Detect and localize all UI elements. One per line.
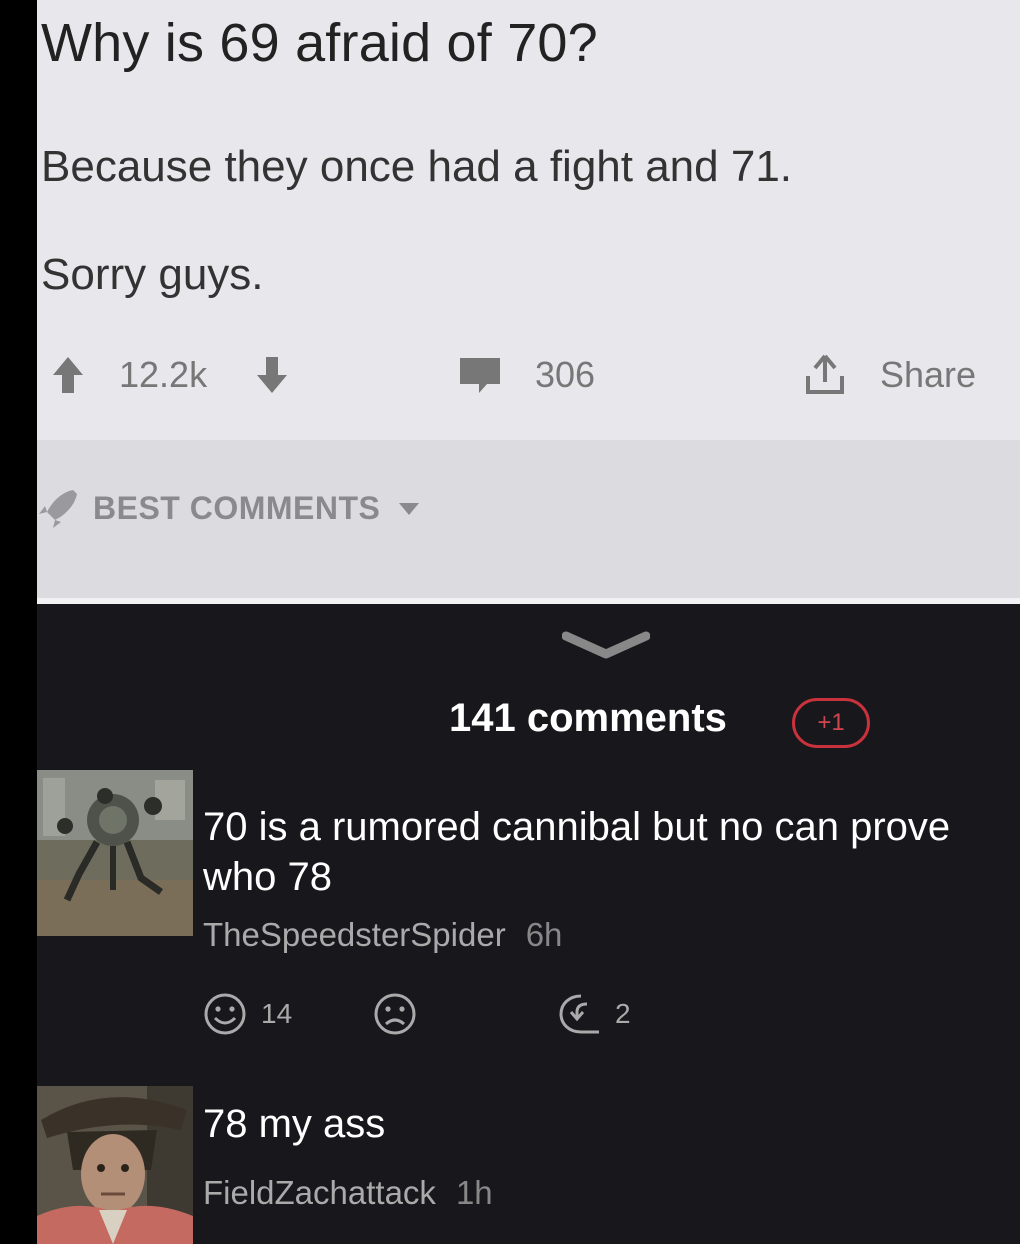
- comments-button[interactable]: 306: [457, 340, 595, 410]
- vote-count: 12.2k: [119, 354, 208, 395]
- comment-time: 6h: [525, 916, 563, 953]
- post-action-bar: 12.2k 306 Share: [37, 340, 1020, 410]
- sort-bar: BEST COMMENTS: [37, 440, 1020, 598]
- smile-icon: [204, 993, 246, 1035]
- comment-author[interactable]: FieldZachattack: [203, 1174, 436, 1211]
- comment-icon: [460, 358, 500, 393]
- upvote-icon: [53, 357, 83, 393]
- post-body-line-1: Because they once had a fight and 71.: [41, 142, 793, 191]
- comments-panel: 141 comments +1 70 is a rumored cannibal…: [37, 604, 1020, 1244]
- downvote-button[interactable]: [255, 340, 289, 410]
- post-title: Why is 69 afraid of 70?: [41, 13, 598, 73]
- comment-text: 70 is a rumored cannibal but no can prov…: [203, 805, 951, 899]
- reply-count: 2: [615, 998, 631, 1029]
- post-card: Why is 69 afraid of 70? Because they onc…: [37, 0, 1020, 440]
- like-button[interactable]: 14: [203, 992, 292, 1036]
- comment-meta: TheSpeedsterSpider 6h: [203, 916, 562, 954]
- avatar[interactable]: [37, 1086, 193, 1244]
- sort-dropdown[interactable]: BEST COMMENTS: [37, 490, 420, 528]
- sort-label: BEST COMMENTS: [93, 490, 381, 526]
- upvote-button[interactable]: [51, 340, 85, 410]
- share-label: Share: [880, 354, 977, 395]
- share-button[interactable]: Share: [802, 340, 976, 410]
- like-count: 14: [261, 998, 293, 1029]
- ghoul-avatar-image: [37, 1086, 193, 1244]
- chevron-down-icon[interactable]: [562, 630, 650, 660]
- reply-button[interactable]: 2: [557, 992, 631, 1036]
- dislike-button[interactable]: [373, 992, 417, 1036]
- frown-icon: [374, 993, 416, 1035]
- share-icon: [806, 354, 844, 394]
- left-edge-bar: [0, 0, 37, 1244]
- reply-icon: [559, 994, 599, 1034]
- new-comments-badge[interactable]: +1: [792, 698, 870, 748]
- post-body-line-2: Sorry guys.: [41, 250, 264, 299]
- comments-count: 141 comments: [449, 696, 727, 740]
- comment-time: 1h: [455, 1174, 493, 1211]
- robot-avatar-image: [37, 770, 193, 936]
- caret-down-icon: [399, 502, 420, 515]
- comment-meta: FieldZachattack 1h: [203, 1174, 493, 1212]
- comment-text: 78 my ass: [203, 1102, 386, 1146]
- rocket-icon: [39, 490, 77, 528]
- avatar[interactable]: [37, 770, 193, 936]
- comment-count: 306: [535, 354, 596, 395]
- comment-author[interactable]: TheSpeedsterSpider: [203, 916, 506, 953]
- downvote-icon: [257, 357, 287, 393]
